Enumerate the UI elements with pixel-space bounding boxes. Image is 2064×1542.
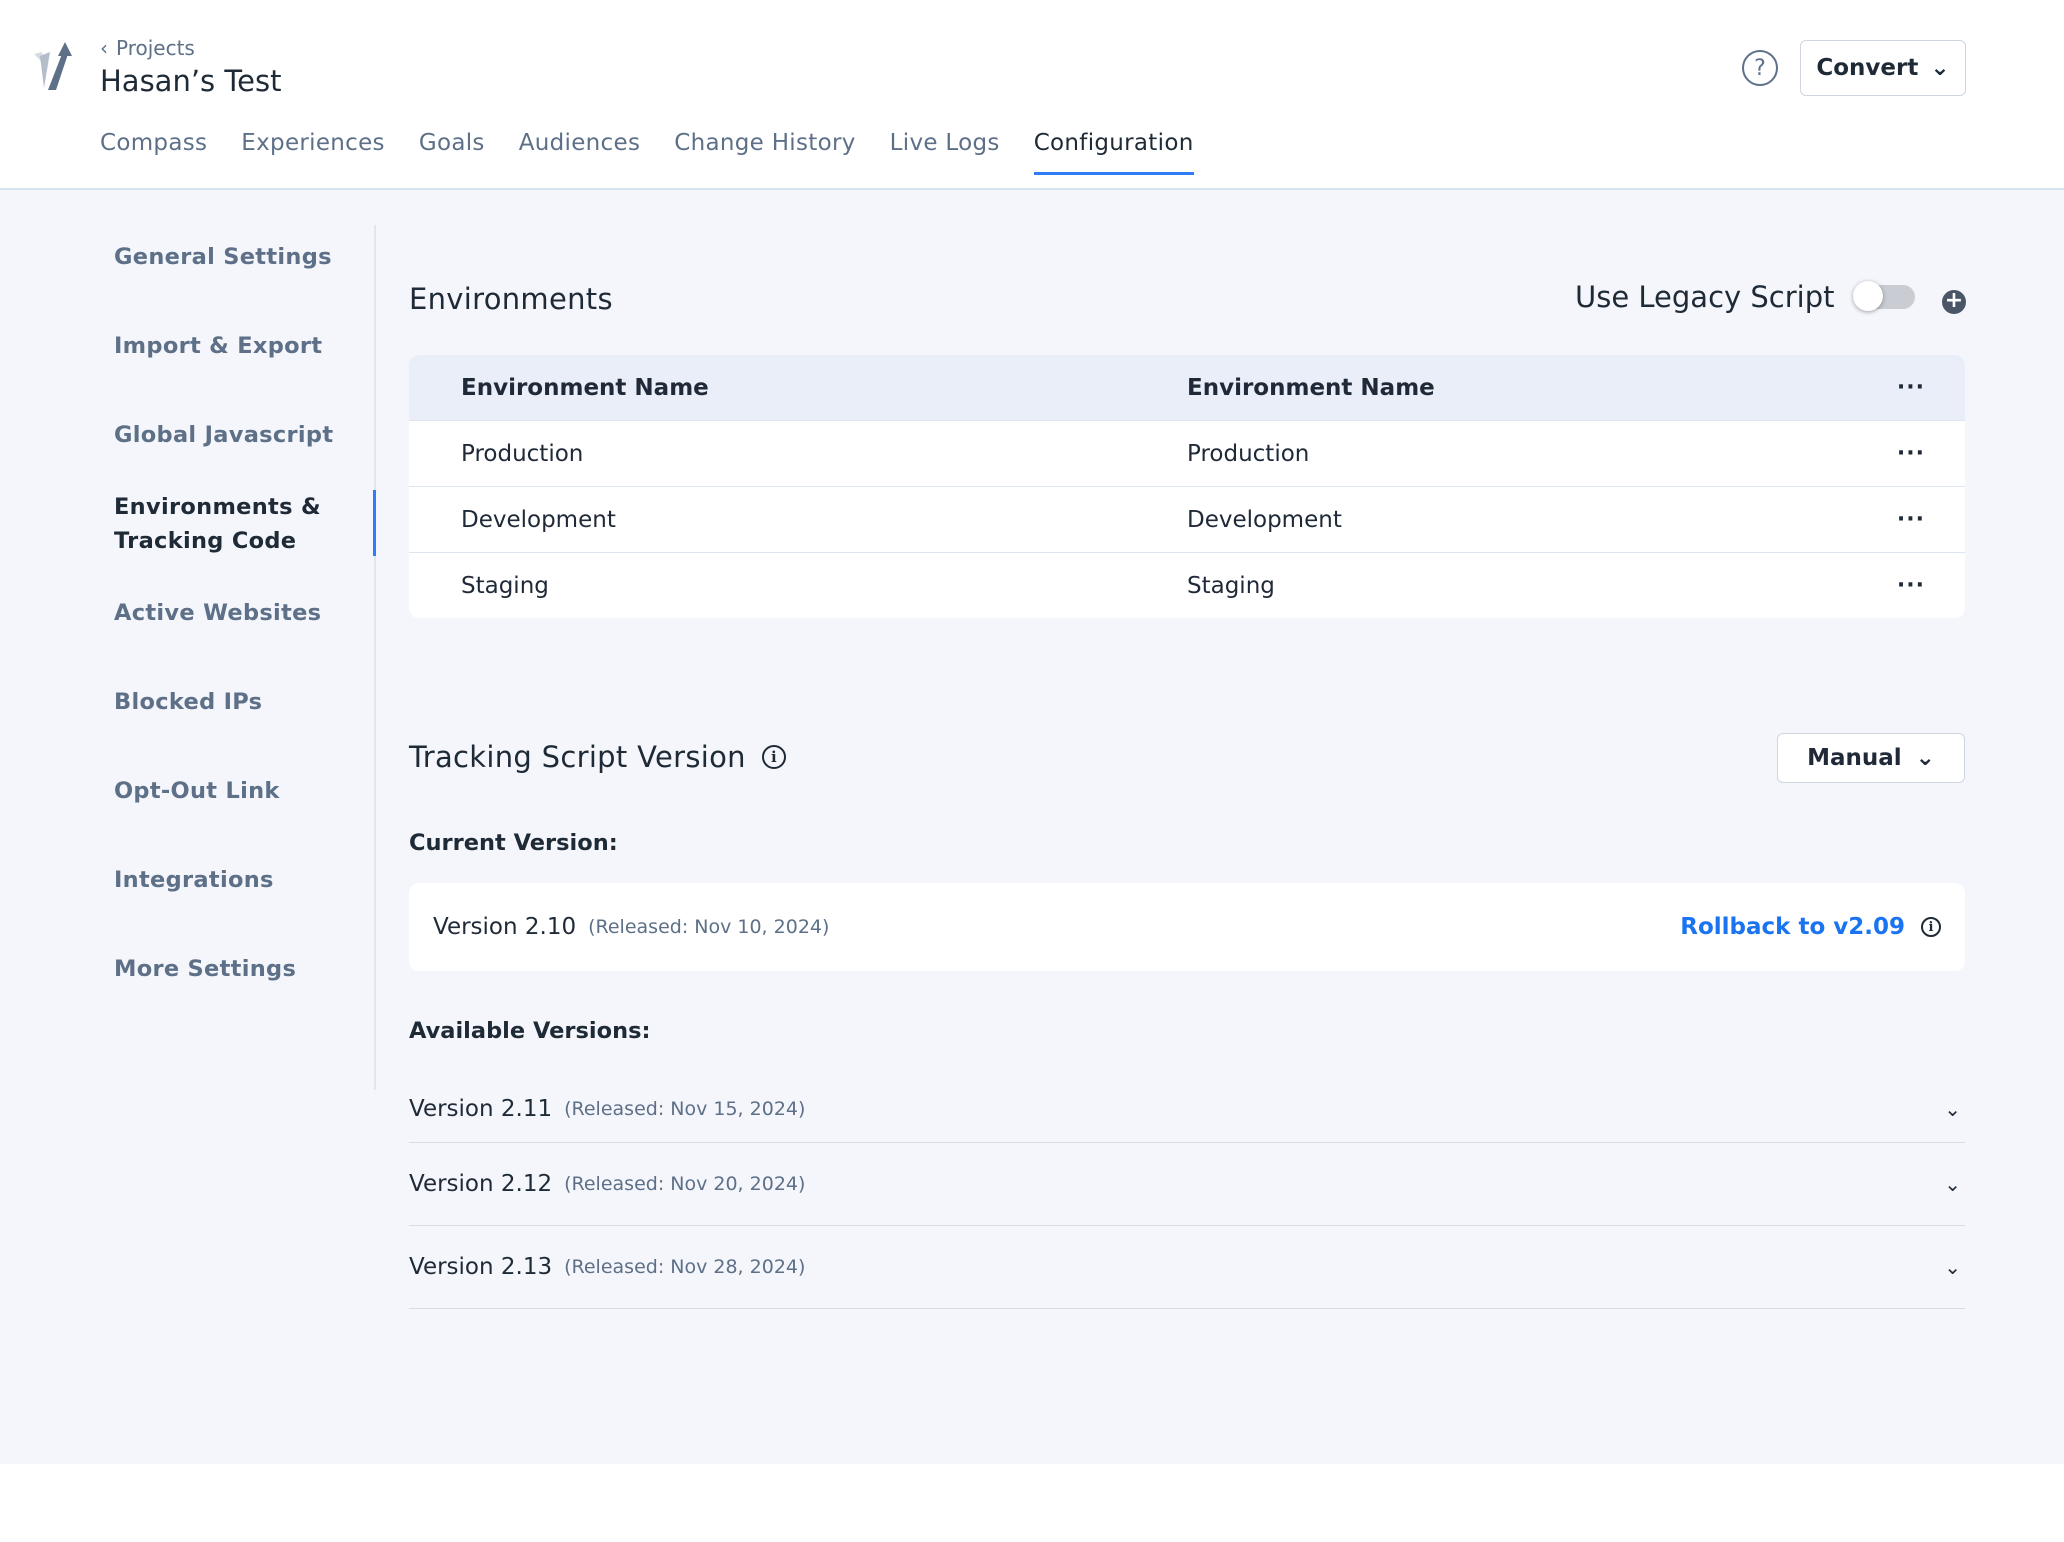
cell: Staging — [461, 573, 549, 599]
chevron-down-icon[interactable]: ⌄ — [1944, 1255, 1961, 1279]
version-name: Version 2.10 — [433, 914, 576, 940]
sidebar-item-global-javascript[interactable]: Global Javascript — [114, 418, 364, 490]
sidebar-item-opt-out-link[interactable]: Opt-Out Link — [114, 774, 364, 863]
tab-change-history[interactable]: Change History — [674, 130, 855, 175]
version-name: Version 2.11 — [409, 1096, 552, 1122]
settings-sidebar: General Settings Import & Export Global … — [114, 240, 364, 1041]
tab-live-logs[interactable]: Live Logs — [890, 130, 1000, 175]
cell: Staging — [1187, 573, 1275, 599]
table-header: Environment Name Environment Name ··· — [409, 355, 1965, 420]
sidebar-item-integrations[interactable]: Integrations — [114, 863, 364, 952]
convert-dropdown[interactable]: Convert ⌄ — [1800, 40, 1966, 96]
tab-experiences[interactable]: Experiences — [241, 130, 385, 175]
info-icon[interactable]: i — [762, 745, 786, 769]
legacy-script-toggle[interactable] — [1857, 285, 1915, 309]
cell: Production — [1187, 441, 1309, 467]
cell: Development — [461, 507, 616, 533]
available-versions-list: Version 2.11 (Released: Nov 15, 2024) ⌄ Ve… — [409, 1075, 1965, 1309]
sidebar-item-import-export[interactable]: Import & Export — [114, 329, 364, 418]
table-row: Production Production ··· — [409, 420, 1965, 486]
chevron-down-icon[interactable]: ⌄ — [1944, 1172, 1961, 1196]
version-released: (Released: Nov 20, 2024) — [564, 1173, 805, 1195]
info-icon[interactable]: i — [1921, 917, 1941, 937]
more-icon[interactable]: ··· — [1897, 375, 1925, 400]
main-tabs: Compass Experiences Goals Audiences Chan… — [100, 130, 1194, 175]
available-versions-label: Available Versions: — [409, 1018, 651, 1044]
sidebar-item-blocked-ips[interactable]: Blocked IPs — [114, 685, 364, 774]
environments-title: Environments — [409, 282, 613, 316]
cell: Development — [1187, 507, 1342, 533]
version-mode-dropdown[interactable]: Manual ⌄ — [1777, 733, 1965, 783]
current-version-card: Version 2.10 (Released: Nov 10, 2024) Ro… — [409, 883, 1965, 971]
version-released: (Released: Nov 15, 2024) — [564, 1098, 805, 1120]
table-row: Development Development ··· — [409, 486, 1965, 552]
sidebar-item-environments-tracking[interactable]: Environments & Tracking Code — [114, 490, 364, 596]
sidebar-item-general-settings[interactable]: General Settings — [114, 240, 364, 329]
chevron-left-icon: ‹ — [100, 36, 108, 60]
cell: Production — [461, 441, 583, 467]
chevron-down-icon: ⌄ — [1930, 55, 1949, 81]
chevron-down-icon[interactable]: ⌄ — [1944, 1097, 1961, 1121]
sidebar-item-active-websites[interactable]: Active Websites — [114, 596, 364, 685]
version-released: (Released: Nov 28, 2024) — [564, 1256, 805, 1278]
version-row[interactable]: Version 2.13 (Released: Nov 28, 2024) ⌄ — [409, 1226, 1965, 1309]
logo-icon — [34, 40, 78, 96]
rollback-label: Rollback to v2.09 — [1680, 914, 1905, 940]
add-environment-icon[interactable]: + — [1942, 290, 1966, 314]
tab-compass[interactable]: Compass — [100, 130, 207, 175]
tab-goals[interactable]: Goals — [419, 130, 485, 175]
environments-table: Environment Name Environment Name ··· Pr… — [409, 355, 1965, 618]
version-row[interactable]: Version 2.11 (Released: Nov 15, 2024) ⌄ — [409, 1075, 1965, 1143]
tab-audiences[interactable]: Audiences — [519, 130, 641, 175]
help-icon[interactable]: ? — [1742, 50, 1778, 86]
chevron-down-icon: ⌄ — [1916, 745, 1935, 771]
convert-label: Convert — [1816, 55, 1918, 81]
legacy-script-setting: Use Legacy Script — [1575, 280, 1915, 314]
more-icon[interactable]: ··· — [1897, 507, 1925, 532]
version-row[interactable]: Version 2.12 (Released: Nov 20, 2024) ⌄ — [409, 1143, 1965, 1226]
tracking-script-title: Tracking Script Version — [409, 740, 746, 774]
column-header: Environment Name — [1187, 375, 1435, 401]
current-version-label: Current Version: — [409, 830, 618, 856]
version-name: Version 2.13 — [409, 1254, 552, 1280]
more-icon[interactable]: ··· — [1897, 573, 1925, 598]
mode-label: Manual — [1807, 745, 1902, 771]
back-to-projects-link[interactable]: ‹ Projects — [100, 36, 195, 60]
version-name: Version 2.12 — [409, 1171, 552, 1197]
sidebar-divider — [374, 225, 376, 1090]
tracking-script-heading: Tracking Script Version i — [409, 740, 786, 774]
sidebar-item-more-settings[interactable]: More Settings — [114, 952, 364, 1041]
column-header: Environment Name — [461, 375, 709, 401]
version-released: (Released: Nov 10, 2024) — [588, 916, 829, 938]
tab-configuration[interactable]: Configuration — [1034, 130, 1194, 175]
sidebar-active-indicator — [373, 490, 376, 556]
rollback-link[interactable]: Rollback to v2.09 i — [1680, 914, 1941, 940]
more-icon[interactable]: ··· — [1897, 441, 1925, 466]
back-label: Projects — [116, 36, 195, 60]
project-title: Hasan’s Test — [100, 64, 282, 98]
legacy-script-label: Use Legacy Script — [1575, 280, 1835, 314]
table-row: Staging Staging ··· — [409, 552, 1965, 618]
